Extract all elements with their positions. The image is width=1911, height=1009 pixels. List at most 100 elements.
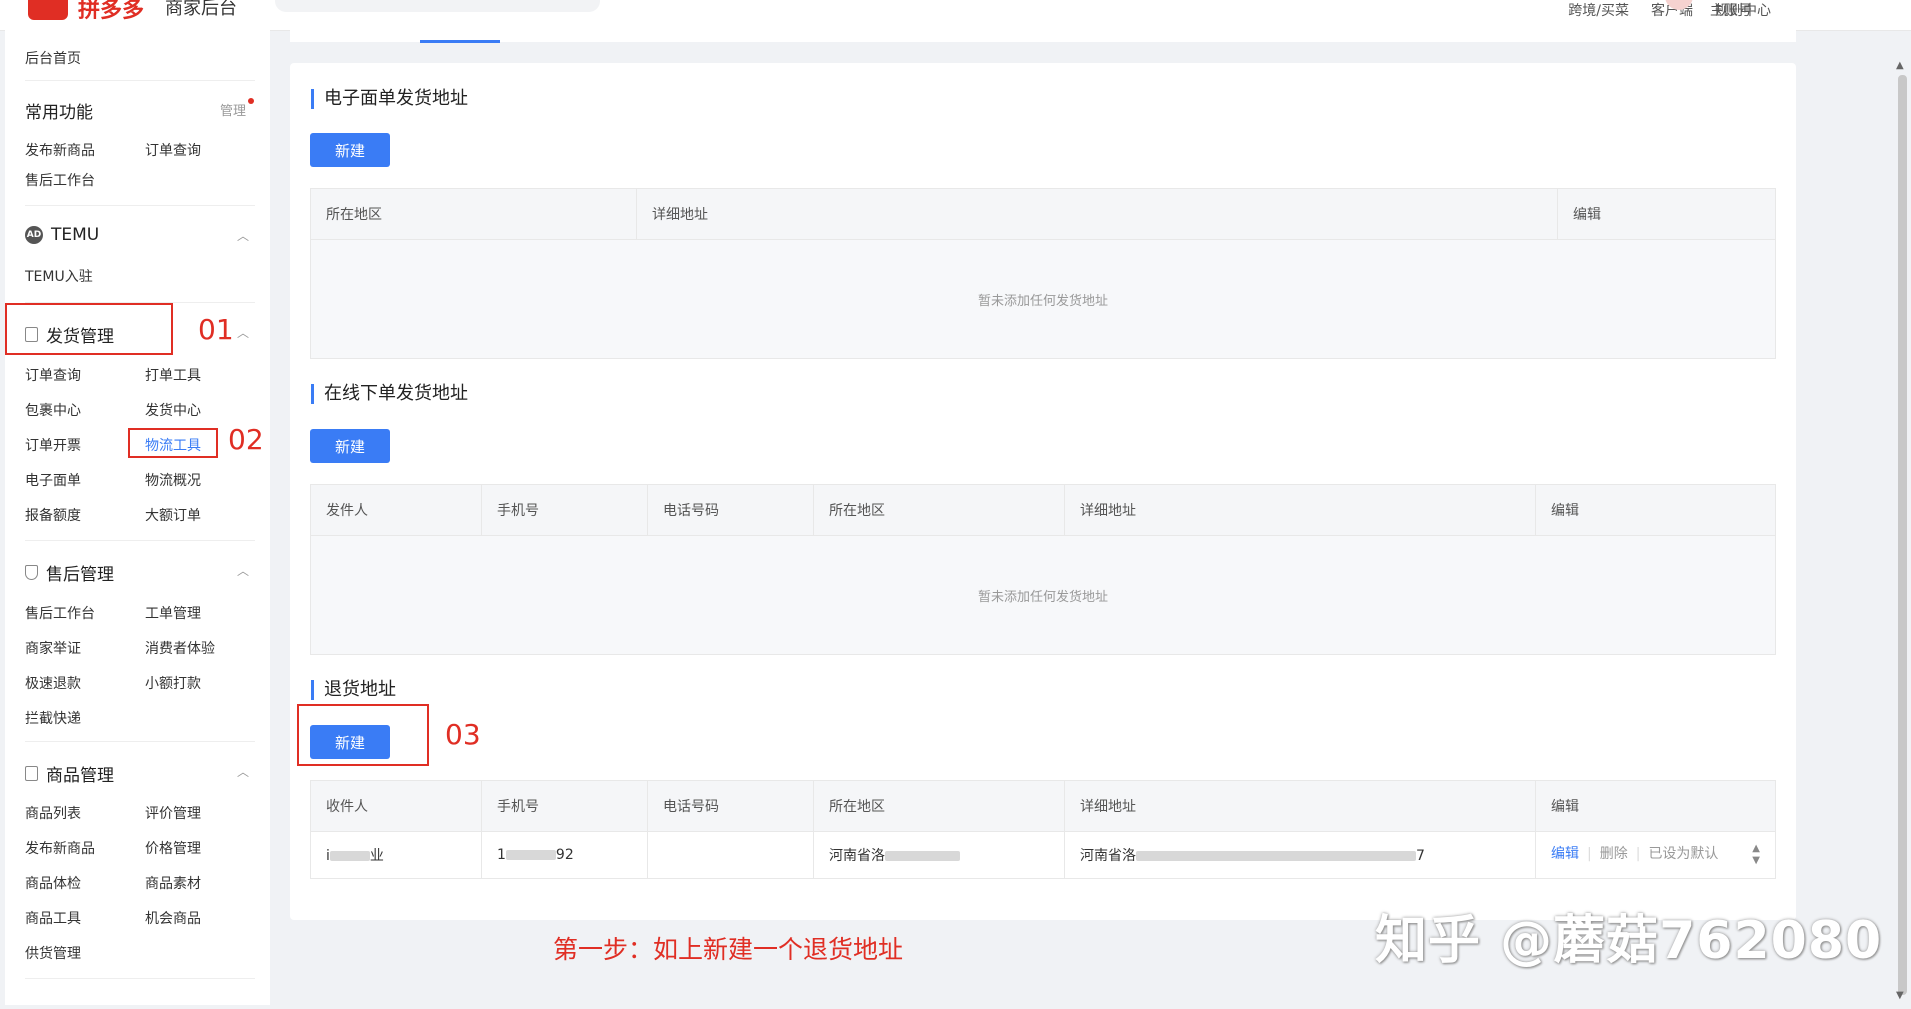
sidebar-item-print-tool[interactable]: 打单工具 [145,365,201,385]
section-title-returns: 退货地址 [311,680,396,700]
sidebar-item-large-order[interactable]: 大额订单 [145,505,201,525]
column-header: 详细地址 [1064,780,1536,832]
step-label-02: 02 [228,423,264,456]
chevron-up-icon[interactable]: ︿ [237,562,249,579]
column-header: 编辑 [1535,780,1776,832]
sidebar-item-publish[interactable]: 发布新商品 [25,838,95,858]
sidebar-group-temu[interactable]: AD TEMU [25,225,99,245]
sidebar-item-ticket[interactable]: 工单管理 [145,603,201,623]
column-header: 手机号 [481,484,648,536]
temu-icon: AD [25,226,43,244]
sidebar-item-goods-tool[interactable]: 商品工具 [25,908,81,928]
ops-cell: 编辑 | 删除 | 已设为默认 ▲ ▼ [1535,831,1776,879]
redacted-text [885,851,960,861]
global-search-input[interactable] [275,0,600,12]
scroll-up-icon[interactable]: ▲ [1896,60,1904,71]
sidebar-item-package-center[interactable]: 包裹中心 [25,400,81,420]
sidebar-item-aftersale-desk[interactable]: 售后工作台 [25,603,95,623]
delete-link[interactable]: 删除 [1600,846,1628,862]
empty-state: 暂未添加任何发货地址 [310,239,1776,359]
section-title-ewaybill: 电子面单发货地址 [311,89,468,109]
chevron-up-icon[interactable]: ︿ [237,227,249,244]
sidebar-item-goods-list[interactable]: 商品列表 [25,803,81,823]
sidebar-item-small-payment[interactable]: 小额打款 [145,673,201,693]
column-header: 所在地区 [813,484,1065,536]
sidebar-item-opportunity[interactable]: 机会商品 [145,908,201,928]
ewaybill-address-table: 所在地区 详细地址 编辑 暂未添加任何发货地址 [310,188,1776,359]
divider [25,978,255,979]
scroll-down-icon[interactable]: ▼ [1896,990,1904,1001]
step-label-01: 01 [198,313,234,346]
edit-link[interactable]: 编辑 [1551,846,1579,862]
step-caption: 第一步：如上新建一个退货地址 [553,935,904,964]
divider [25,205,255,206]
column-header: 编辑 [1557,188,1776,240]
divider [25,80,255,81]
sidebar-item-aftersale-desk[interactable]: 售后工作台 [25,170,95,190]
sidebar-item-temu-join[interactable]: TEMU入驻 [25,266,93,286]
chevron-up-icon[interactable]: ︿ [237,763,249,780]
sidebar-item-consumer-experience[interactable]: 消费者体验 [145,638,215,658]
active-tab-indicator [420,40,500,43]
sidebar-item-order-query[interactable]: 订单查询 [25,365,81,385]
detail-end: 7 [1416,848,1425,864]
column-header: 所在地区 [310,188,637,240]
sidebar-item-fast-refund[interactable]: 极速退款 [25,673,81,693]
sidebar-item-eway-bill[interactable]: 电子面单 [25,470,81,490]
sidebar-group-common: 常用功能 [25,98,93,123]
sidebar-item-intercept[interactable]: 拦截快递 [25,708,81,728]
scroll-arrows-icon[interactable]: ▲ ▼ [1752,843,1760,867]
bag-icon [25,766,38,781]
sidebar-item-publish[interactable]: 发布新商品 [25,140,95,160]
brand-subtitle: 商家后台 [165,0,237,19]
step-label-03: 03 [445,718,481,751]
new-online-address-button[interactable]: 新建 [310,429,390,463]
sidebar-group-goods[interactable]: 商品管理 [25,761,114,786]
detail-start: 河南省洛 [1080,848,1136,864]
sidebar-group-label: TEMU [51,225,100,245]
manage-link[interactable]: 管理 [220,100,246,119]
sidebar-item-goods-material[interactable]: 商品素材 [145,873,201,893]
sidebar-item-goods-check[interactable]: 商品体检 [25,873,81,893]
region-cell: 河南省洛 [813,831,1065,879]
column-header: 电话号码 [647,780,814,832]
column-header: 编辑 [1535,484,1776,536]
sidebar-item-logistics-overview[interactable]: 物流概况 [145,470,201,490]
redacted-text [1136,851,1416,861]
detail-cell: 河南省洛 7 [1064,831,1536,879]
watermark: 知乎 @蘑菇762080 [1375,911,1883,971]
highlight-box-shipping [5,303,173,355]
sidebar-item-supply[interactable]: 供货管理 [25,943,81,963]
sidebar-item-ship-center[interactable]: 发货中心 [145,400,201,420]
column-header: 电话号码 [647,484,814,536]
sidebar-item-price[interactable]: 价格管理 [145,838,201,858]
chevron-up-icon[interactable]: ︿ [237,324,249,341]
tab-panel [290,30,1796,42]
sidebar-item-home[interactable]: 后台首页 [25,48,81,68]
sidebar-item-merchant-proof[interactable]: 商家举证 [25,638,81,658]
sidebar-item-invoice[interactable]: 订单开票 [25,435,81,455]
account-label[interactable]: 主账号 [1710,0,1752,20]
divider [25,741,255,742]
sidebar: 后台首页 常用功能 管理 发布新商品 订单查询 售后工作台 AD TEMU ︿ … [5,30,270,1005]
phone-end: 92 [555,847,574,863]
column-header: 所在地区 [813,780,1065,832]
sidebar-item-reviews[interactable]: 评价管理 [145,803,201,823]
sidebar-group-aftersale[interactable]: 售后管理 [25,560,114,585]
top-bar: 拼多多 商家后台 跨境/买菜 客户端 规则中心 主账号 [0,0,1911,31]
highlight-box-new-return [297,704,429,766]
phone-cell: 1 92 [481,831,648,879]
brand-logo-icon[interactable] [28,0,68,20]
divider [25,540,255,541]
table-row: i业 1 92 河南省洛 河南省洛 7 编辑 | 删除 | 已设为默认 ▲ ▼ [310,831,1776,879]
brand-name[interactable]: 拼多多 [78,0,144,24]
page-scrollbar[interactable] [1898,75,1907,995]
separator: | [1587,846,1592,862]
sidebar-group-label: 常用功能 [25,103,93,123]
sidebar-item-order-query[interactable]: 订单查询 [145,140,201,160]
top-link-cross-border[interactable]: 跨境/买菜 [1568,0,1629,20]
shield-icon [25,565,38,580]
new-ewaybill-address-button[interactable]: 新建 [310,133,390,167]
recipient-cell: i业 [310,831,482,879]
sidebar-item-report-quota[interactable]: 报备额度 [25,505,81,525]
